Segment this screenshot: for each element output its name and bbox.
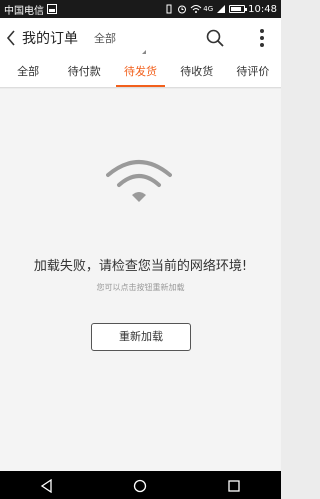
page-title: 我的订单 — [22, 31, 78, 47]
tab-all[interactable]: 全部 — [0, 58, 56, 87]
status-bar: 中国电信 4G 10:48 — [0, 0, 281, 18]
dropdown-triangle-icon — [142, 46, 146, 54]
order-filter-dropdown[interactable]: 全部 — [94, 30, 146, 54]
error-subtitle: 您可以点击按钮重新加载 — [96, 283, 185, 292]
wifi-icon — [106, 157, 172, 207]
square-recent-icon[interactable] — [227, 478, 241, 492]
notification-icon — [47, 4, 57, 14]
wifi-status-icon — [190, 4, 202, 14]
order-tabs: 全部 待付款 待发货 待收货 待评价 — [0, 58, 281, 88]
carrier-name: 中国电信 — [4, 5, 44, 17]
network-type: 4G — [203, 5, 214, 13]
tab-pending-shipment[interactable]: 待发货 — [112, 58, 168, 87]
triangle-back-icon[interactable] — [40, 478, 54, 494]
system-nav-bar — [0, 471, 281, 499]
header: 我的订单 全部 — [0, 18, 281, 58]
tab-pending-receipt[interactable]: 待收货 — [169, 58, 225, 87]
signal-icon — [216, 4, 226, 14]
circle-home-icon[interactable] — [133, 478, 147, 493]
error-panel: 加载失败，请检查您当前的网络环境! 您可以点击按钮重新加载 重新加载 — [0, 89, 281, 471]
more-vertical-icon[interactable] — [252, 27, 272, 49]
vibrate-icon — [164, 4, 174, 14]
search-icon[interactable] — [205, 28, 225, 48]
tab-pending-payment[interactable]: 待付款 — [56, 58, 112, 87]
tab-pending-review[interactable]: 待评价 — [225, 58, 281, 87]
alarm-icon — [177, 4, 187, 14]
filter-label: 全部 — [94, 32, 116, 45]
error-title: 加载失败，请检查您当前的网络环境! — [33, 259, 248, 274]
reload-button[interactable]: 重新加载 — [91, 323, 191, 351]
chevron-left-icon[interactable] — [0, 18, 22, 58]
clock: 10:48 — [248, 3, 277, 15]
battery-icon — [229, 5, 248, 13]
